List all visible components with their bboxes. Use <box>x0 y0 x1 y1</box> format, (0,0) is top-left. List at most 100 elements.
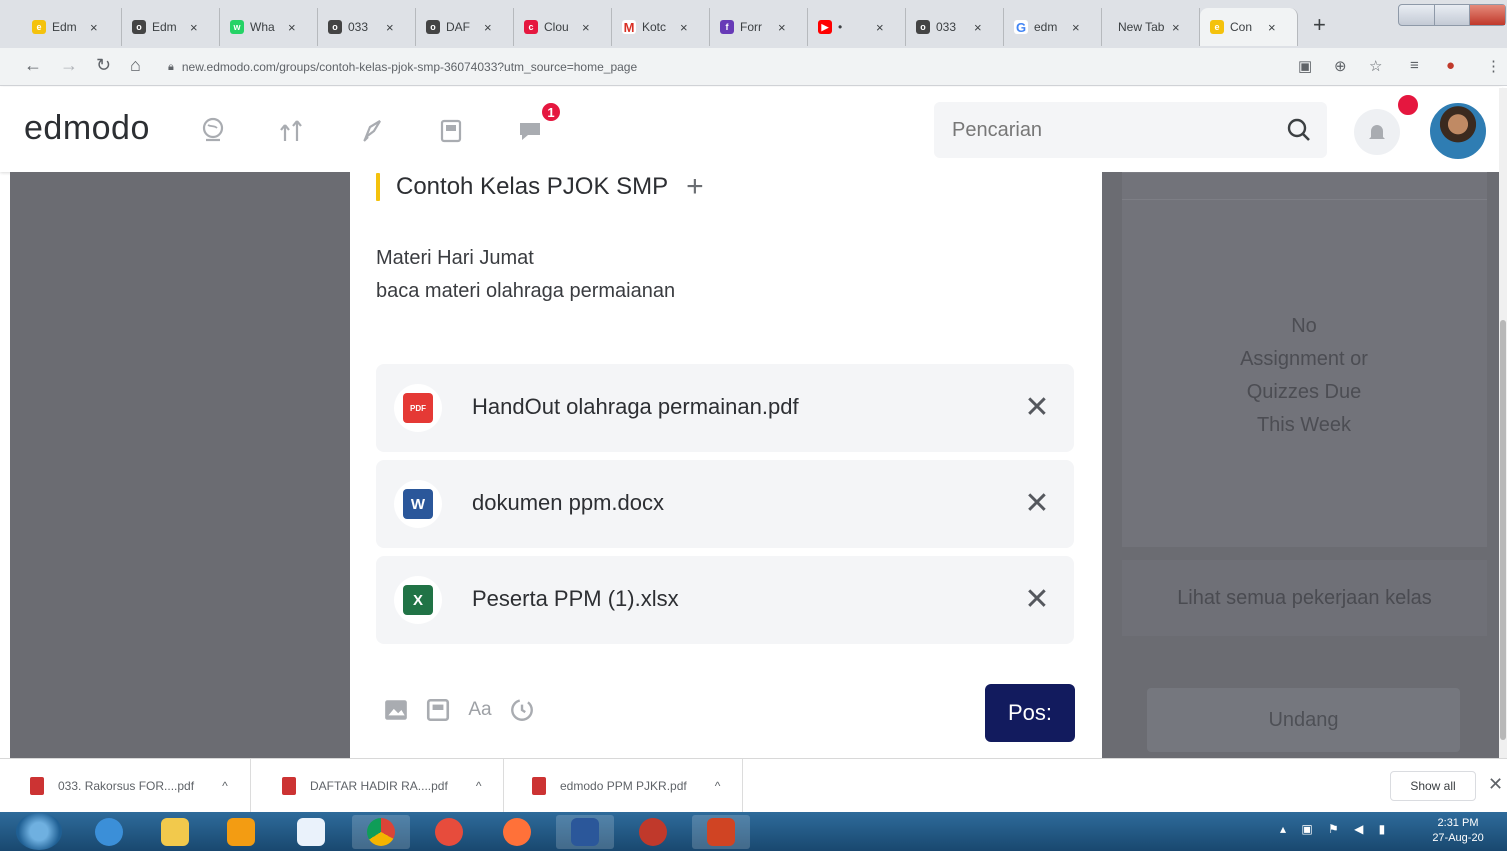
attachment-name: HandOut olahraga permainan.pdf <box>472 394 799 419</box>
media-player-icon[interactable] <box>212 815 270 849</box>
chevron-up-icon[interactable]: ^ <box>476 779 482 793</box>
chrome-icon[interactable] <box>352 815 410 849</box>
tab-label: Con <box>1230 20 1253 34</box>
user-avatar[interactable] <box>1428 101 1488 161</box>
close-icon[interactable]: × <box>386 20 394 35</box>
screen: e Edm × o Edm × w Wha × o 033 × o DAF × … <box>0 0 1507 851</box>
home-icon[interactable]: ⌂ <box>130 55 141 76</box>
forward-arrow-icon[interactable]: → <box>60 55 78 76</box>
browser-tab[interactable]: M Kotc × <box>612 8 710 46</box>
download-item[interactable]: 033. Rakorsus FOR....pdf ^ <box>30 759 251 813</box>
close-downloads-icon[interactable]: ✕ <box>1488 774 1503 795</box>
cloud-favicon-icon: c <box>524 20 538 34</box>
search-icon[interactable] <box>1285 116 1313 144</box>
search-input[interactable] <box>952 116 1272 144</box>
close-icon[interactable]: × <box>1268 20 1276 35</box>
media-queue-icon[interactable]: ≡ <box>1410 57 1419 74</box>
close-icon[interactable]: × <box>190 20 198 35</box>
url-field[interactable]: 🔒︎ new.edmodo.com/groups/contoh-kelas-pj… <box>168 54 1268 80</box>
attachment-item[interactable]: PDF HandOut olahraga permainan.pdf ✕ <box>376 364 1074 452</box>
edmodo-favicon-icon: e <box>32 20 46 34</box>
reload-icon[interactable]: ↻ <box>96 55 111 76</box>
post-button[interactable]: Pos: <box>985 684 1075 742</box>
view-all-classwork-link[interactable]: Lihat semua pekerjaan kelas <box>1122 560 1487 636</box>
firefox-icon[interactable] <box>488 815 546 849</box>
text-format-icon[interactable]: Aa <box>466 696 494 724</box>
browser-tab[interactable]: o 033 × <box>318 8 416 46</box>
close-icon[interactable]: × <box>680 20 688 35</box>
notifications-bell-icon[interactable] <box>1354 109 1400 155</box>
download-item[interactable]: edmodo PPM PJKR.pdf ^ <box>532 759 744 813</box>
edmodo-logo[interactable]: edmodo <box>24 109 150 148</box>
remove-attachment-icon[interactable]: ✕ <box>1020 486 1054 520</box>
browser-tab[interactable]: o DAF × <box>416 8 514 46</box>
attachment-item[interactable]: X Peserta PPM (1).xlsx ✕ <box>376 556 1074 644</box>
close-icon[interactable]: × <box>288 20 296 35</box>
mail-icon[interactable] <box>282 815 340 849</box>
browser-tab[interactable]: New Tab × <box>1102 8 1200 46</box>
rocket-icon[interactable] <box>356 113 390 147</box>
backpack-icon[interactable] <box>434 113 468 147</box>
attachment-item[interactable]: W dokumen ppm.docx ✕ <box>376 460 1074 548</box>
schedule-clock-icon[interactable] <box>508 696 536 724</box>
start-button-icon[interactable] <box>16 813 62 850</box>
internet-explorer-icon[interactable] <box>80 815 138 849</box>
maximize-button[interactable] <box>1435 5 1471 25</box>
browser-tab[interactable]: o Edm × <box>122 8 220 46</box>
close-icon[interactable]: × <box>582 20 590 35</box>
remove-attachment-icon[interactable]: ✕ <box>1020 390 1054 424</box>
show-all-downloads-button[interactable]: Show all <box>1390 771 1476 801</box>
bookmark-star-icon[interactable]: ☆ <box>1369 57 1382 75</box>
post-compose-modal: Contoh Kelas PJOK SMP + Materi Hari Juma… <box>350 170 1102 758</box>
browser-tab-active[interactable]: e Con × <box>1200 8 1298 46</box>
profile-icon[interactable]: ● <box>1446 57 1455 74</box>
minimize-button[interactable] <box>1399 5 1435 25</box>
system-tray-icons[interactable]: ▴ ▣ ⚑ ◀ ▮ <box>1280 822 1391 836</box>
add-recipient-button[interactable]: + <box>686 170 704 204</box>
browser-tab[interactable]: c Clou × <box>514 8 612 46</box>
chevron-up-icon[interactable]: ^ <box>715 779 721 793</box>
zoom-icon[interactable]: ⊕ <box>1334 57 1347 75</box>
system-clock[interactable]: 2:31 PM 27-Aug-20 <box>1418 816 1498 846</box>
browser-tab[interactable]: w Wha × <box>220 8 318 46</box>
pdf-file-icon <box>532 777 546 795</box>
close-icon[interactable]: × <box>90 20 98 35</box>
search-box[interactable] <box>934 102 1327 158</box>
file-explorer-icon[interactable] <box>146 815 204 849</box>
attach-image-icon[interactable] <box>382 696 410 724</box>
close-icon[interactable]: × <box>484 20 492 35</box>
invite-button[interactable]: Undang <box>1147 688 1460 752</box>
close-icon[interactable]: × <box>1172 20 1180 35</box>
address-bar-row: ← → ↻ ⌂ 🔒︎ new.edmodo.com/groups/contoh-… <box>0 48 1507 86</box>
browser-tab[interactable]: e Edm × <box>22 8 122 46</box>
screen-recorder-icon[interactable] <box>420 815 478 849</box>
presentation-app-icon[interactable] <box>624 815 682 849</box>
back-arrow-icon[interactable]: ← <box>24 55 42 76</box>
word-app-icon[interactable] <box>556 815 614 849</box>
scrollbar-thumb[interactable] <box>1500 320 1506 740</box>
close-icon[interactable]: × <box>974 20 982 35</box>
discover-globe-icon[interactable] <box>196 113 230 147</box>
tab-label: Edm <box>152 20 177 34</box>
menu-kebab-icon[interactable]: ⋮ <box>1486 57 1501 75</box>
window-close-button[interactable] <box>1470 5 1506 25</box>
spaces-icon[interactable] <box>274 113 308 147</box>
chevron-up-icon[interactable]: ^ <box>222 779 228 793</box>
browser-tab-strip: e Edm × o Edm × w Wha × o 033 × o DAF × … <box>0 0 1507 48</box>
download-item[interactable]: DAFTAR HADIR RA....pdf ^ <box>282 759 505 813</box>
recipient-group: Contoh Kelas PJOK SMP + <box>376 170 704 204</box>
translate-icon[interactable]: ▣ <box>1298 57 1312 75</box>
attach-library-icon[interactable] <box>424 696 452 724</box>
post-message-text[interactable]: Materi Hari Jumat baca materi olahraga p… <box>376 242 675 308</box>
close-icon[interactable]: × <box>778 20 786 35</box>
new-tab-button[interactable]: + <box>1313 12 1326 38</box>
browser-tab[interactable]: o 033 × <box>906 8 1004 46</box>
powerpoint-app-icon[interactable] <box>692 815 750 849</box>
browser-tab[interactable]: f Forr × <box>710 8 808 46</box>
close-icon[interactable]: × <box>876 20 884 35</box>
browser-tab[interactable]: G edm × <box>1004 8 1102 46</box>
attachment-name: dokumen ppm.docx <box>472 490 664 515</box>
browser-tab[interactable]: ▶ • × <box>808 8 906 46</box>
close-icon[interactable]: × <box>1072 20 1080 35</box>
remove-attachment-icon[interactable]: ✕ <box>1020 582 1054 616</box>
